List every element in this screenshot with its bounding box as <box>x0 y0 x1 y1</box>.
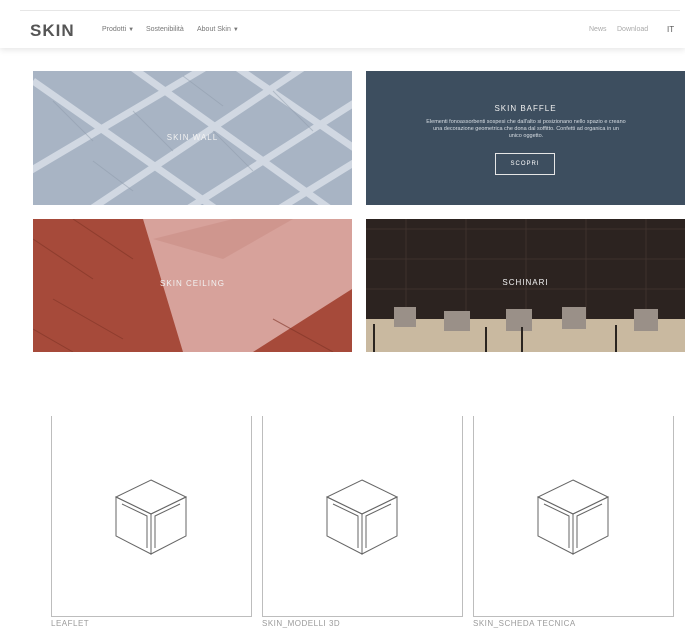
top-navbar: SKIN Prodotti ▼ Sostenibilità About Skin ▼… <box>0 0 685 48</box>
top-divider <box>20 10 680 11</box>
cube-icon <box>114 479 188 555</box>
skin-logo[interactable]: SKIN <box>30 21 75 41</box>
card-caption[interactable]: SKIN_SCHEDA TECNICA <box>473 619 576 628</box>
tile-skin-ceiling[interactable]: SKIN CEILING <box>33 219 352 352</box>
nav-item-sostenibilita[interactable]: Sostenibilità <box>146 26 184 33</box>
chevron-down-icon: ▼ <box>128 27 135 33</box>
nav-item-label: About Skin <box>197 26 231 33</box>
download-link[interactable]: Download <box>617 26 648 33</box>
nav-item-prodotti[interactable]: Prodotti ▼ <box>102 26 134 33</box>
nav-item-label: Sostenibilità <box>146 26 184 33</box>
news-link[interactable]: News <box>589 26 607 33</box>
download-card-scheda-tecnica[interactable] <box>473 416 674 617</box>
tile-schinari[interactable]: SCHINARI <box>366 219 685 352</box>
tile-label: SKIN WALL <box>166 133 219 142</box>
nav-item-label: Prodotti <box>102 26 127 33</box>
tile-description: Elementi fonoassorbenti sospesi che dall… <box>426 119 626 139</box>
tile-skin-wall[interactable]: SKIN WALL <box>33 71 352 205</box>
card-caption[interactable]: SKIN_MODELLI 3D <box>262 619 340 628</box>
download-card-modelli-3d[interactable] <box>262 416 463 617</box>
scopri-button[interactable]: SCOPRI <box>495 153 555 175</box>
download-card-leaflet[interactable] <box>51 416 252 617</box>
tile-skin-baffle: SKIN BAFFLE Elementi fonoassorbenti sosp… <box>366 71 685 205</box>
language-selector[interactable]: IT <box>667 25 674 34</box>
tile-label: SKIN CEILING <box>160 279 225 288</box>
chevron-down-icon: ▼ <box>232 27 239 33</box>
tile-label: SCHINARI <box>502 278 549 287</box>
nav-item-about-skin[interactable]: About Skin ▼ <box>197 26 239 33</box>
card-caption[interactable]: LEAFLET <box>51 619 89 628</box>
tile-title: SKIN BAFFLE <box>494 104 557 113</box>
cube-icon <box>325 479 399 555</box>
cube-icon <box>536 479 610 555</box>
